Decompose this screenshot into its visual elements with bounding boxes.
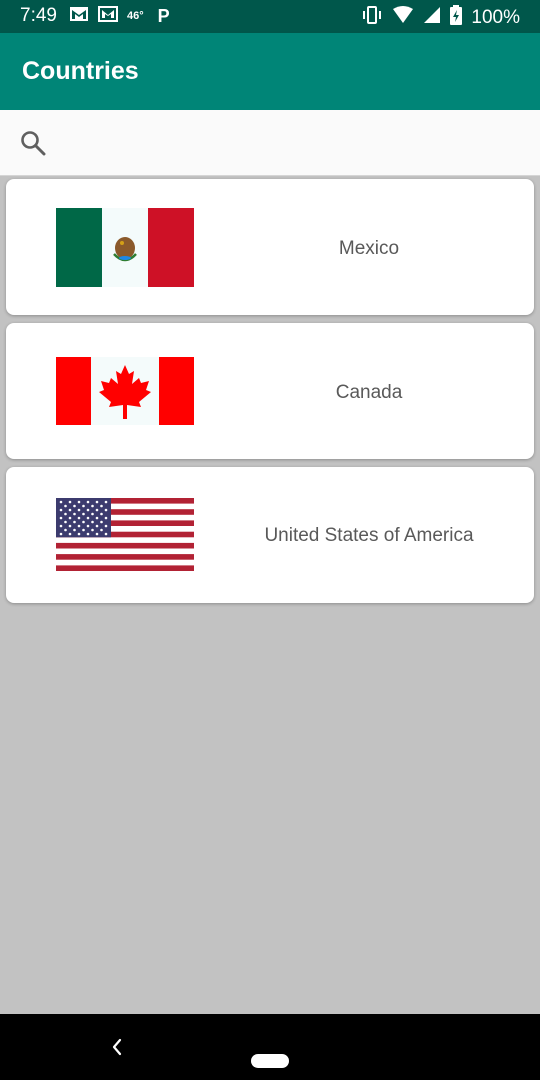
home-pill-icon[interactable] (251, 1054, 289, 1068)
back-icon[interactable] (108, 1036, 126, 1058)
status-time: 7:49 (20, 5, 57, 26)
search-bar[interactable] (0, 110, 540, 176)
country-card-usa[interactable]: United States of America (6, 467, 534, 603)
country-card-canada[interactable]: Canada (6, 323, 534, 459)
wifi-icon (392, 6, 414, 29)
signal-icon (423, 6, 441, 29)
country-card-mexico[interactable]: Mexico (6, 179, 534, 315)
status-left-group: 7:49 46° P (20, 5, 170, 27)
page-title: Countries (22, 57, 139, 85)
canada-flag-icon (56, 357, 194, 430)
status-bar: 7:49 46° P 100% (0, 0, 540, 33)
country-name: Canada (335, 382, 403, 403)
parking-icon: P (157, 5, 170, 26)
status-right-group: 100% (361, 5, 520, 30)
search-icon[interactable] (20, 130, 46, 156)
battery-percent: 100% (471, 6, 520, 28)
gmail-icon (69, 6, 89, 27)
gmail-outline-icon (97, 5, 118, 27)
country-name: Mexico (338, 238, 400, 259)
status-temperature: 46° (126, 10, 144, 22)
country-name: United States of America (264, 525, 474, 546)
system-nav-bar (0, 1014, 540, 1080)
vibrate-icon (361, 6, 383, 29)
battery-icon (450, 5, 463, 30)
app-bar: Countries (0, 33, 540, 110)
usa-flag-icon (56, 498, 194, 576)
mexico-flag-icon (56, 208, 194, 292)
